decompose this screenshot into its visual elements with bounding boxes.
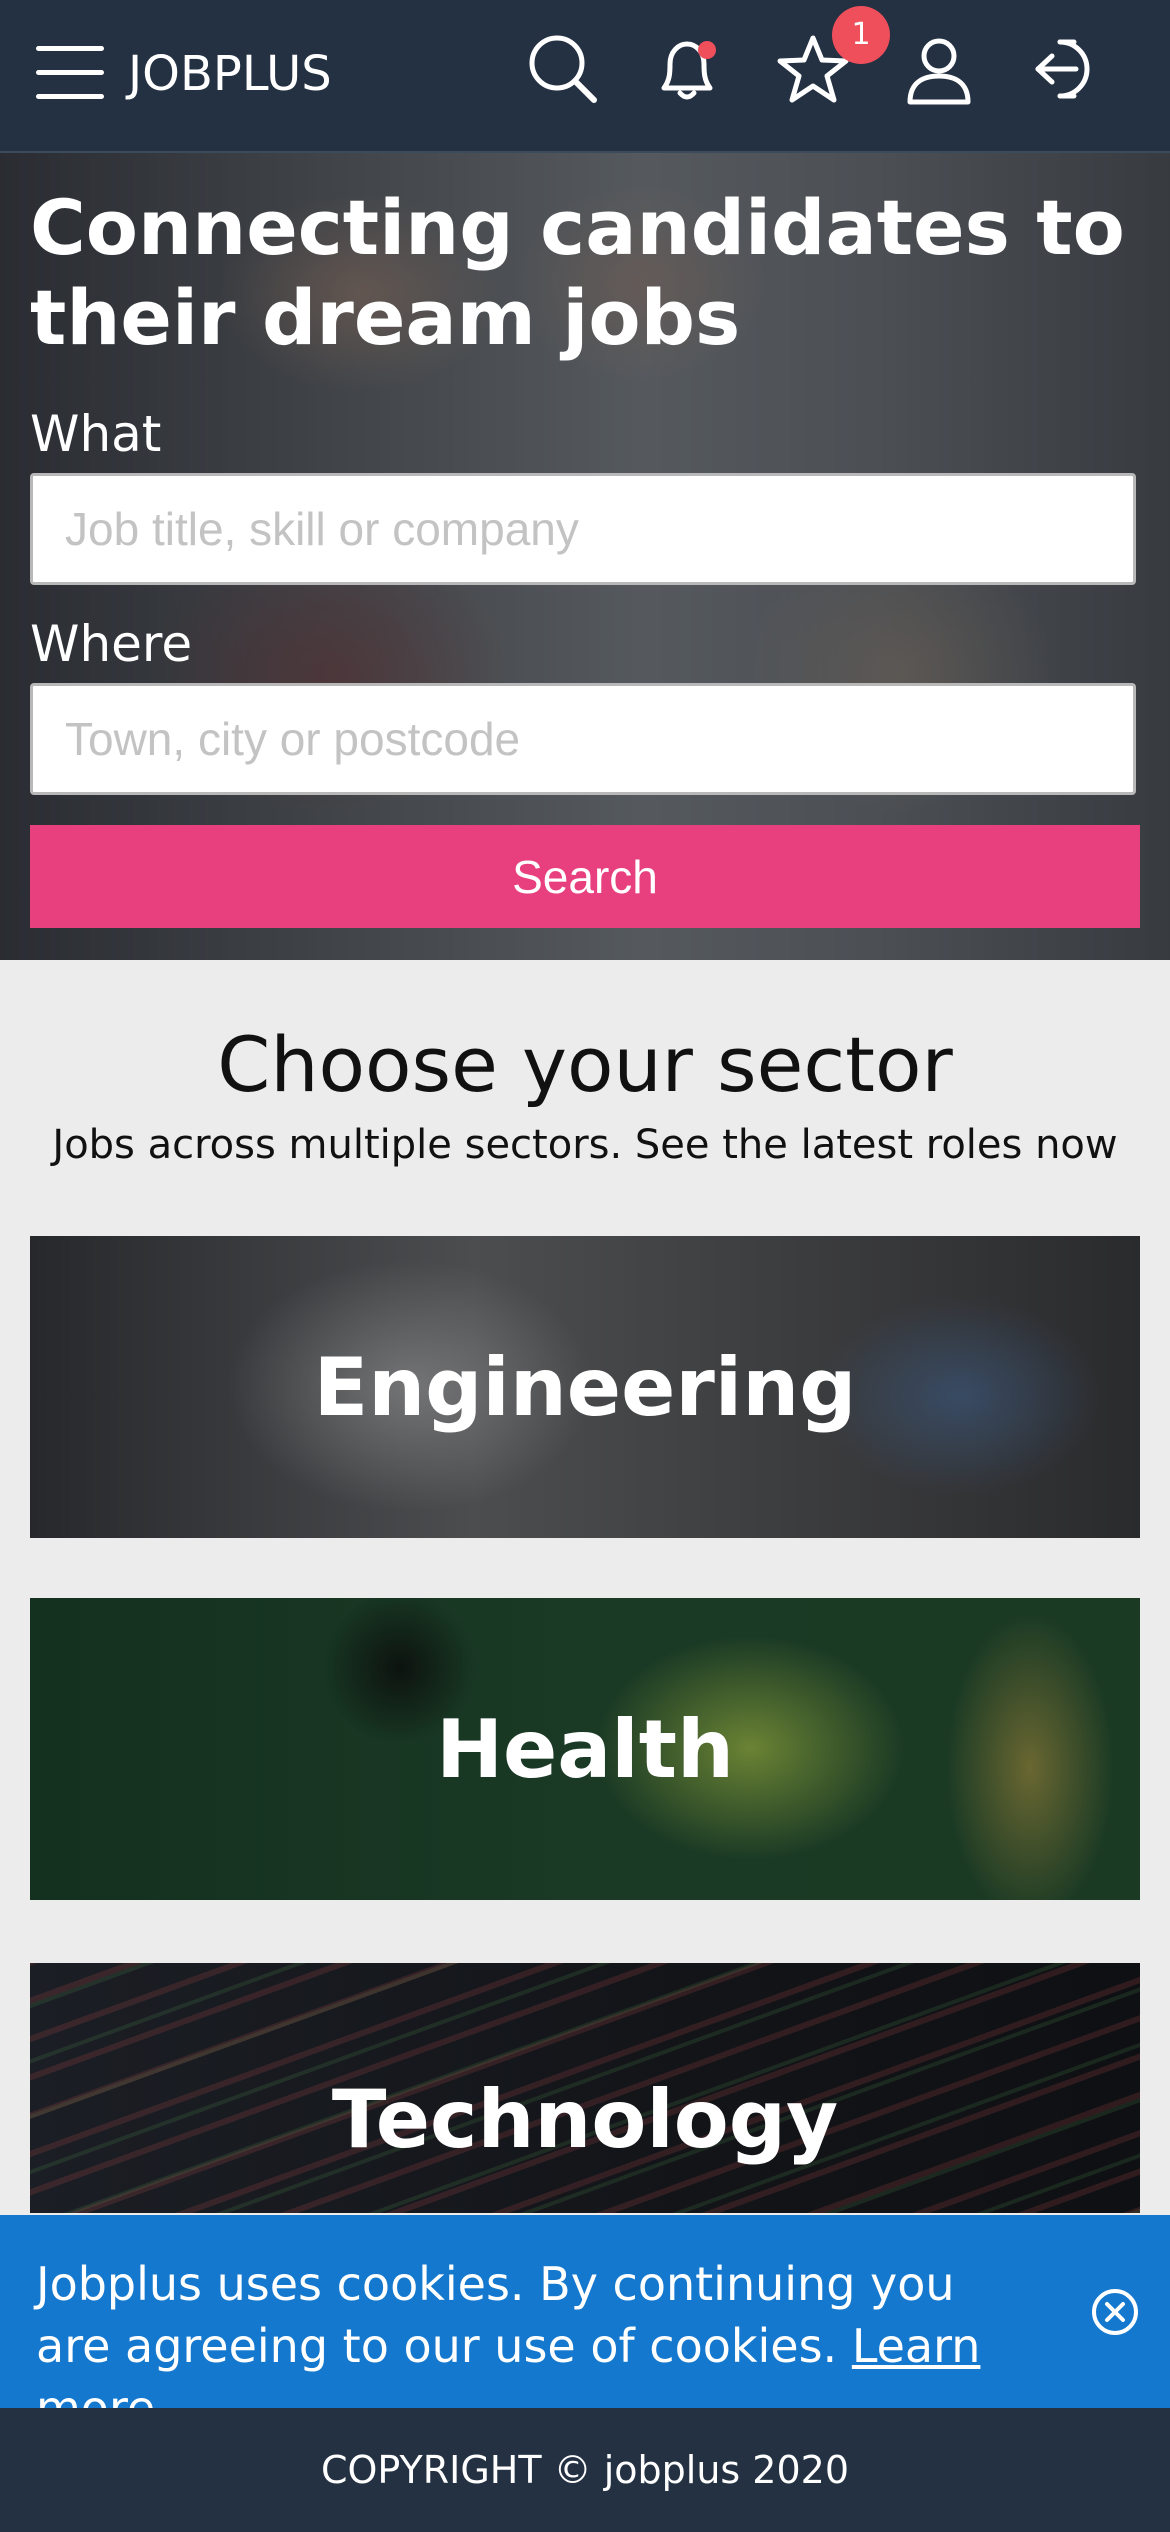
copyright-text: COPYRIGHT © jobplus 2020 [320,2448,849,2492]
menu-icon[interactable] [36,46,104,99]
what-label: What [30,405,162,463]
cookie-banner: Jobplus uses cookies. By continuing you … [0,2215,1170,2435]
what-search-input[interactable] [30,473,1136,585]
top-navigation-bar: JOBPLUS 1 [0,0,1170,153]
where-label: Where [30,615,193,673]
user-icon[interactable] [900,30,978,108]
sector-label: Health [436,1702,734,1796]
footer: COPYRIGHT © jobplus 2020 [0,2408,1170,2532]
hero-title: Connecting candidates to their dream job… [30,183,1125,362]
sector-card-technology[interactable]: Technology [30,1963,1140,2213]
sectors-title: Choose your sector [217,1020,953,1109]
sectors-subtitle: Jobs across multiple sectors. See the la… [52,1122,1118,1168]
search-button[interactable]: Search [30,825,1140,928]
sector-card-engineering[interactable]: Engineering [30,1236,1140,1538]
sector-label: Technology [331,2073,839,2166]
close-icon[interactable] [1090,2287,1140,2337]
search-icon[interactable] [524,30,602,108]
bell-icon[interactable] [648,30,726,108]
sector-card-health[interactable]: Health [30,1598,1140,1900]
cookie-text: Jobplus uses cookies. By continuing you … [36,2257,955,2373]
where-location-input[interactable] [30,683,1136,795]
sector-label: Engineering [313,1340,857,1434]
brand-logo[interactable]: JOBPLUS [128,46,332,102]
favorites-count-badge: 1 [832,6,890,64]
hero-banner: Connecting candidates to their dream job… [0,153,1170,960]
logout-icon[interactable] [1026,30,1104,108]
